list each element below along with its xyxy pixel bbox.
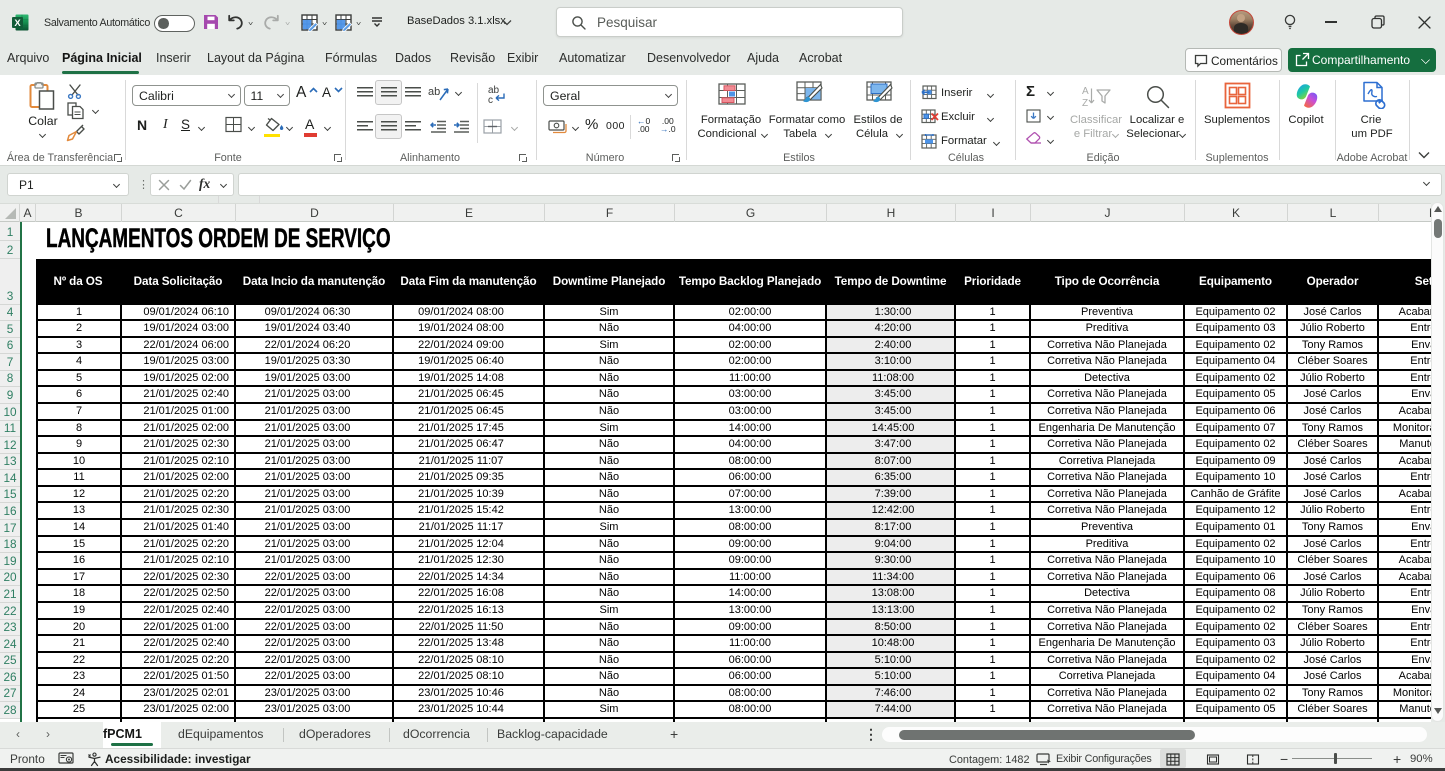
svg-text:A: A bbox=[1082, 86, 1089, 97]
svg-text:Z: Z bbox=[1082, 98, 1088, 108]
svg-text:X: X bbox=[14, 18, 21, 29]
svg-text:ab: ab bbox=[428, 86, 440, 98]
svg-text:c: c bbox=[488, 95, 493, 105]
